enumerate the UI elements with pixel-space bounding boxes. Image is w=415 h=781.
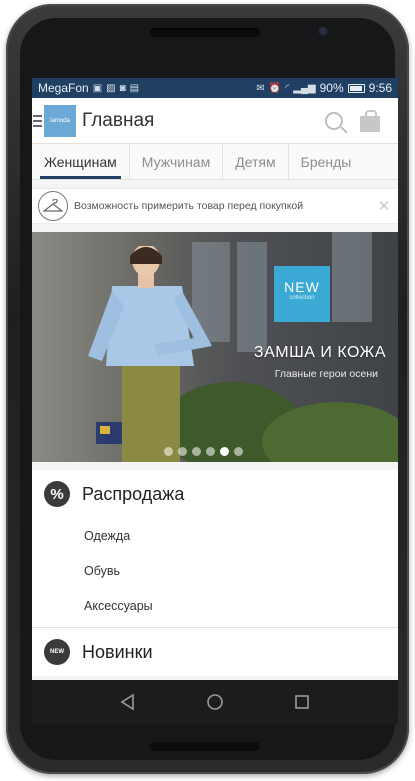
- background-window: [237, 242, 267, 352]
- carousel-dot[interactable]: [164, 447, 173, 456]
- sale-section[interactable]: % Распродажа: [32, 470, 398, 518]
- carousel-dots: [164, 447, 243, 456]
- try-on-notice[interactable]: Возможность примерить товар перед покупк…: [32, 188, 398, 224]
- carousel-dot-active[interactable]: [220, 447, 229, 456]
- recents-button[interactable]: [287, 687, 317, 717]
- new-icon: NEW: [44, 639, 70, 665]
- wifi-icon: ◜: [285, 82, 290, 94]
- percent-icon: %: [44, 481, 70, 507]
- shopping-bag-icon: [360, 109, 380, 132]
- carousel-dot[interactable]: [178, 447, 187, 456]
- home-button[interactable]: [200, 687, 230, 717]
- photo-icon: ◙: [119, 82, 126, 94]
- battery-percent: 90%: [319, 81, 344, 95]
- sale-title: Распродажа: [82, 483, 185, 504]
- tab-kids[interactable]: Детям: [223, 144, 289, 179]
- cart-button[interactable]: [352, 103, 388, 139]
- tab-women[interactable]: Женщинам: [32, 144, 130, 179]
- image-icon: ▨: [106, 82, 116, 94]
- hanger-icon: [38, 191, 68, 221]
- banner-title: ЗАМША И КОЖА: [253, 344, 386, 361]
- search-button[interactable]: [316, 103, 352, 139]
- battery-icon: [347, 83, 365, 93]
- new-section[interactable]: NEW Новинки: [32, 628, 398, 676]
- page-title: Главная: [82, 109, 155, 131]
- alarm-icon: ⏰: [268, 82, 282, 94]
- tab-men[interactable]: Мужчинам: [130, 144, 224, 179]
- recents-icon: [295, 695, 310, 709]
- search-icon: [325, 111, 343, 130]
- category-menu: % Распродажа Одежда Обувь Аксессуары NEW…: [32, 470, 398, 676]
- message-icon: ▤: [129, 82, 140, 94]
- notice-text: Возможность примерить товар перед покупк…: [74, 200, 304, 212]
- clock: 9:56: [368, 81, 392, 95]
- back-button[interactable]: [113, 687, 143, 717]
- promo-banner[interactable]: NEW collection ЗАМША И КОЖА Главные геро…: [32, 232, 398, 462]
- carousel-dot[interactable]: [234, 447, 243, 456]
- app-bar: lamoda Главная: [32, 98, 398, 144]
- badge-title: NEW: [284, 279, 320, 295]
- bottom-speaker: [150, 742, 260, 751]
- signal-icon: ▂▄▆: [293, 82, 316, 94]
- sale-item-clothing[interactable]: Одежда: [32, 518, 398, 553]
- model-photo: [88, 246, 212, 462]
- status-bar: MegaFon ▣ ▨ ◙ ▤ ✉ ⏰ ◜ ▂▄▆ 90% 9:56: [32, 78, 398, 98]
- banner-subtitle: Главные герои осени: [274, 368, 378, 380]
- carousel-dot[interactable]: [206, 447, 215, 456]
- tab-brands[interactable]: Бренды: [289, 144, 364, 179]
- close-icon[interactable]: ✕: [376, 197, 392, 215]
- carrier-name: MegaFon: [38, 81, 89, 95]
- android-nav-bar: [32, 680, 398, 724]
- background-window: [332, 232, 372, 322]
- front-camera: [318, 26, 328, 36]
- new-title: Новинки: [82, 641, 153, 662]
- new-collection-badge: NEW collection: [274, 266, 330, 322]
- earpiece-speaker: [150, 28, 260, 37]
- mail-icon: ✉: [256, 82, 265, 94]
- home-icon: [207, 694, 223, 710]
- category-tabs: Женщинам Мужчинам Детям Бренды: [32, 144, 398, 180]
- sale-item-accessories[interactable]: Аксессуары: [32, 588, 398, 623]
- carousel-dot[interactable]: [192, 447, 201, 456]
- notification-icon: ▣: [92, 82, 103, 94]
- phone-screen: MegaFon ▣ ▨ ◙ ▤ ✉ ⏰ ◜ ▂▄▆ 90% 9:56 lamod…: [32, 78, 398, 718]
- sale-item-shoes[interactable]: Обувь: [32, 553, 398, 588]
- back-icon: [120, 693, 134, 711]
- badge-subtitle: collection: [289, 295, 315, 301]
- menu-icon[interactable]: [32, 98, 44, 144]
- app-logo[interactable]: lamoda: [44, 104, 76, 137]
